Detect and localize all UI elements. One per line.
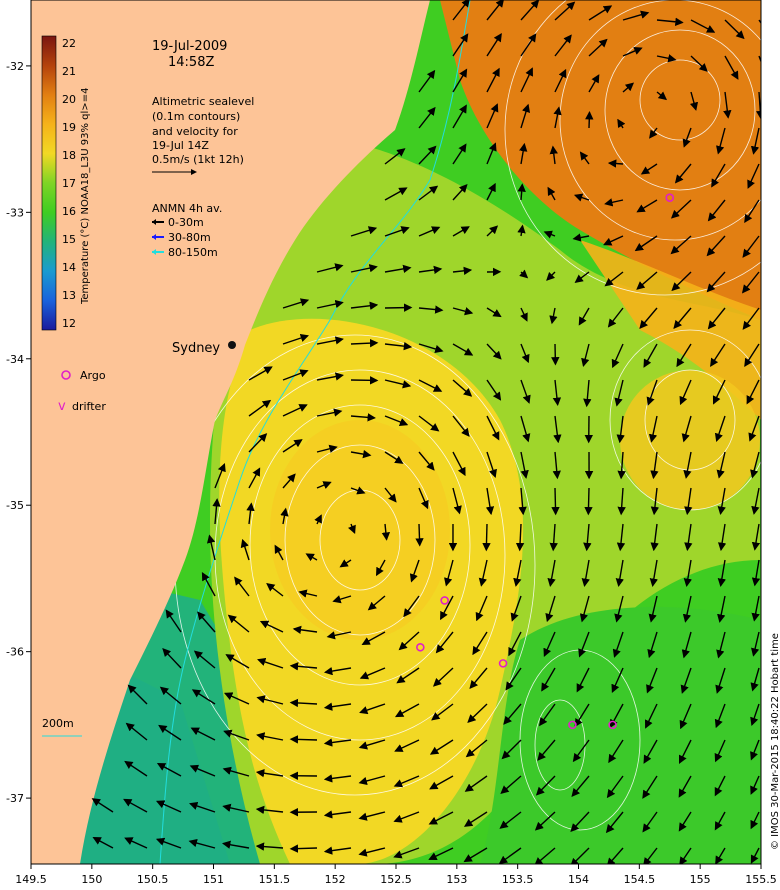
velocity-arrow xyxy=(585,111,594,129)
colorbar-tick-label: 20 xyxy=(62,93,76,106)
x-tick-label: 153 xyxy=(446,873,467,886)
colorbar-tick-label: 21 xyxy=(62,65,76,78)
altimetry-line-3: and velocity for xyxy=(152,125,238,138)
x-tick-label: 153.5 xyxy=(502,873,534,886)
velocity-arrow xyxy=(415,523,424,547)
colorbar-label: Temperature (°C) NOAA18_L3U 93% ql>=4 xyxy=(80,88,91,305)
colorbar-tick-label: 22 xyxy=(62,37,76,50)
altimetry-scale-label: 0.5m/s (1kt 12h) xyxy=(152,153,244,166)
x-tick-label: 151.5 xyxy=(259,873,291,886)
south-green-water xyxy=(480,606,761,864)
colorbar-tick-label: 17 xyxy=(62,177,76,190)
anmn-title: ANMN 4h av. xyxy=(152,202,222,215)
sst-map: Sydney 149.5 150 150.5 151 151.5 152 152.5 153 1… xyxy=(6,0,780,886)
altimetry-line-1: Altimetric sealevel xyxy=(152,95,254,108)
place-label-sydney: Sydney xyxy=(172,341,220,356)
x-tick-label: 150 xyxy=(81,873,102,886)
header-time: 14:58Z xyxy=(168,55,214,70)
velocity-arrow xyxy=(289,844,318,853)
colorbar-gradient xyxy=(41,35,57,331)
y-tick-label: -35 xyxy=(6,499,24,512)
header-date: 19-Jul-2009 xyxy=(152,39,227,54)
anmn-legend-label: 0-30m xyxy=(168,216,204,229)
colorbar-tick-label: 19 xyxy=(62,121,76,134)
x-axis: 149.5 150 150.5 151 151.5 152 152.5 153 153.5 154… xyxy=(15,864,777,886)
velocity-arrow xyxy=(289,735,318,744)
colorbar-tick-label: 15 xyxy=(62,233,76,246)
x-tick-label: 150.5 xyxy=(137,873,169,886)
drifter-legend-label: drifter xyxy=(72,400,106,413)
isobath-legend-label: 200m xyxy=(42,717,74,730)
sydney-marker xyxy=(228,341,236,349)
y-tick-label: -33 xyxy=(6,206,24,219)
colorbar-tick-label: 16 xyxy=(62,205,76,218)
argo-legend-label: Argo xyxy=(80,369,106,382)
x-tick-label: 152.5 xyxy=(380,873,412,886)
credit-text: © IMOS 30-Mar-2015 18:40:22 Hobart time xyxy=(770,633,780,850)
x-tick-label: 155 xyxy=(690,873,711,886)
anmn-legend-label: 80-150m xyxy=(168,246,218,259)
drifter-legend-symbol: v xyxy=(58,399,66,414)
y-tick-label: -36 xyxy=(6,646,24,659)
altimetry-line-2: (0.1m contours) xyxy=(152,110,240,123)
y-axis: -32 -33 -34 -35 -36 -37 xyxy=(6,60,31,805)
y-tick-label: -37 xyxy=(6,792,24,805)
colorbar-tick-label: 18 xyxy=(62,149,76,162)
y-tick-label: -34 xyxy=(6,353,24,366)
x-tick-label: 154 xyxy=(568,873,589,886)
east-warm-patch xyxy=(620,370,760,510)
x-tick-label: 149.5 xyxy=(15,873,47,886)
y-tick-label: -32 xyxy=(6,60,24,73)
velocity-arrow xyxy=(584,487,593,516)
x-tick-label: 155.5 xyxy=(745,873,777,886)
colorbar-tick-label: 12 xyxy=(62,317,76,330)
x-tick-label: 152 xyxy=(325,873,346,886)
x-tick-label: 154.5 xyxy=(624,873,656,886)
velocity-arrow xyxy=(607,159,624,168)
velocity-arrow xyxy=(482,523,491,552)
altimetry-line-4: 19-Jul 14Z xyxy=(152,139,209,152)
colorbar-tick-label: 14 xyxy=(62,261,76,274)
colorbar-tick-label: 13 xyxy=(62,289,76,302)
x-tick-label: 151 xyxy=(203,873,224,886)
velocity-arrow xyxy=(551,487,560,516)
anmn-legend-label: 30-80m xyxy=(168,231,211,244)
